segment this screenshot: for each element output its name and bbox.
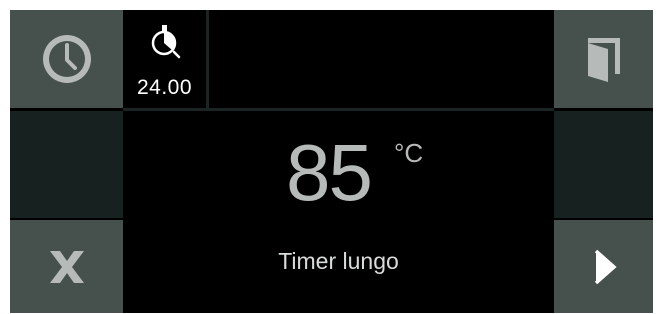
divider (206, 10, 209, 108)
cancel-button[interactable] (10, 220, 123, 313)
clock-button[interactable] (10, 10, 123, 108)
timer-display[interactable]: 24.00 (123, 10, 206, 108)
cancel-icon (49, 250, 84, 283)
control-panel: 24.00 85 °C Timer lungo (10, 10, 653, 313)
program-label: Timer lungo (278, 248, 399, 274)
divider (123, 108, 554, 111)
stopwatch-icon (151, 25, 181, 59)
clock-icon (42, 35, 91, 83)
right-filler (554, 111, 653, 218)
play-icon (594, 249, 617, 284)
start-button[interactable] (554, 220, 653, 313)
timer-value: 24.00 (136, 76, 193, 99)
door-button[interactable] (554, 10, 653, 108)
door-icon (587, 38, 620, 82)
left-filler (10, 111, 123, 218)
temperature-unit: °C (394, 138, 424, 168)
temperature-value: 85 (286, 128, 373, 217)
